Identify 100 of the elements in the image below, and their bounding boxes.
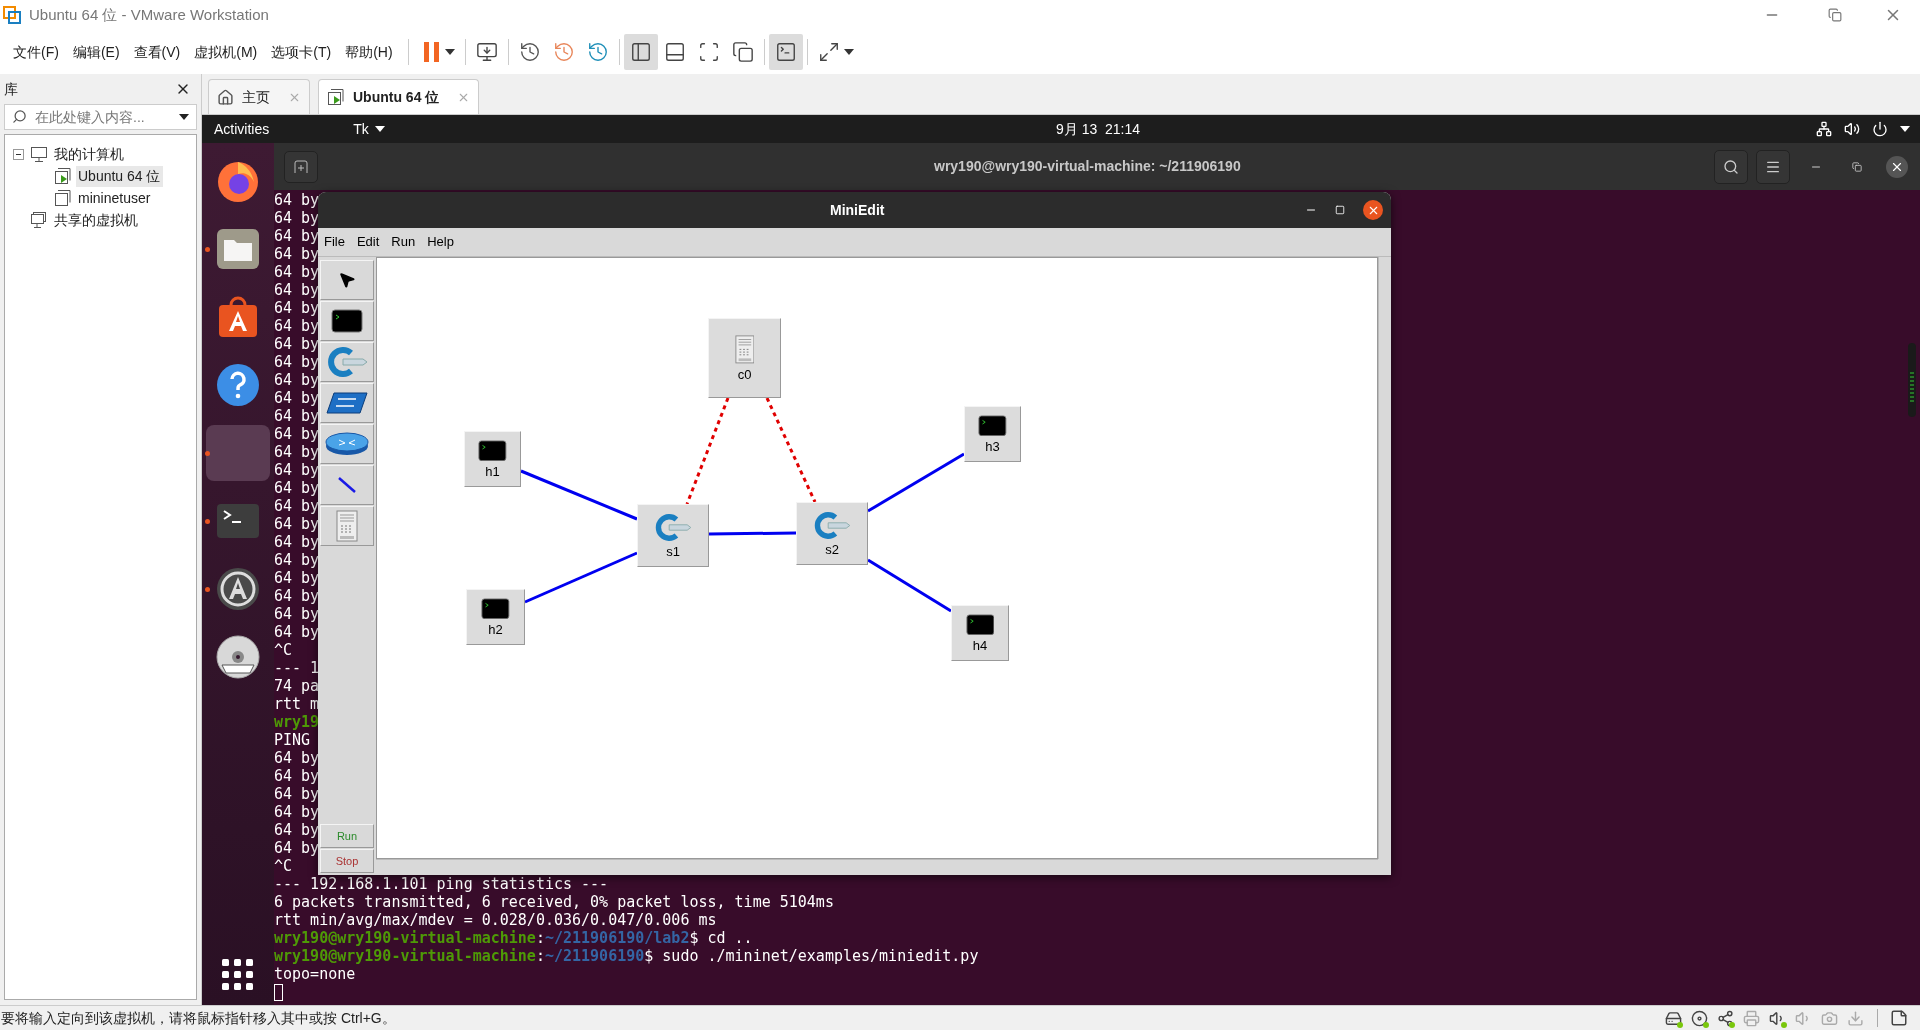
close-button[interactable]: [1363, 200, 1383, 220]
new-tab-icon: [294, 159, 308, 174]
terminal-output: 64 by: [274, 281, 320, 299]
menu-item[interactable]: 文件(F): [6, 41, 66, 63]
scan-icon[interactable]: [697, 41, 720, 63]
menu-item[interactable]: Edit: [356, 232, 380, 252]
monitor-screen-icon: [965, 613, 995, 636]
terminal-output: 64 by: [274, 767, 320, 785]
status-text: 要将输入定向到该虚拟机，请将鼠标指针移入其中或按 Ctrl+G。: [1, 1008, 396, 1028]
help-icon[interactable]: [214, 361, 262, 409]
expand-icon[interactable]: [817, 41, 840, 63]
terminal-output: 64 by: [274, 407, 320, 425]
terminal-output: rtt min/avg/max/mdev = 0.028/0.036/0.047/0.006 ms: [274, 911, 717, 929]
horizontal-scrollbar[interactable]: [376, 859, 1378, 875]
tool-button[interactable]: [320, 301, 374, 341]
restore-icon[interactable]: [1828, 8, 1842, 22]
activities-button[interactable]: Activities: [214, 118, 270, 140]
power-icon[interactable]: [1872, 121, 1888, 137]
terminal-output: 64 by: [274, 785, 320, 803]
pause-icon[interactable]: [422, 41, 441, 63]
clock[interactable]: 9月 13 21:14: [1056, 118, 1141, 140]
search-icon: [1723, 158, 1739, 175]
tool-button[interactable]: [320, 383, 374, 423]
clock-icon[interactable]: [586, 41, 609, 63]
network-link[interactable]: [867, 452, 965, 513]
overlap-icon[interactable]: [731, 41, 754, 63]
menu-item[interactable]: 帮助(H): [338, 41, 400, 63]
menu-button[interactable]: [1756, 149, 1790, 184]
host-node[interactable]: h4: [951, 605, 1009, 661]
maximize-icon[interactable]: [1335, 205, 1345, 215]
menu-item[interactable]: 查看(V): [126, 41, 188, 63]
terminal-output: 64 by: [274, 587, 320, 605]
tool-button[interactable]: [320, 260, 374, 300]
switch-node[interactable]: s1: [637, 504, 709, 567]
menu-item[interactable]: 选项卡(T): [264, 41, 339, 63]
controller-node[interactable]: c0: [708, 318, 781, 398]
menu-item[interactable]: 虚拟机(M): [187, 41, 265, 63]
terminal-output: ^C: [274, 641, 293, 659]
node-label: h3: [985, 440, 1000, 454]
tool-button[interactable]: [320, 424, 374, 464]
menu-item[interactable]: Run: [391, 232, 416, 252]
menu-item[interactable]: 编辑(E): [65, 41, 127, 63]
pointer-icon: [338, 271, 356, 289]
node-label: h2: [488, 623, 503, 637]
volume-icon[interactable]: [1844, 121, 1860, 137]
terminal-output: PING: [274, 731, 311, 749]
terminal-output: 64 by: [274, 623, 320, 641]
terminal-output: 64 by: [274, 209, 320, 227]
tree-item[interactable]: Ubuntu 64 位: [76, 165, 163, 187]
app-grid-icon[interactable]: [222, 959, 254, 991]
terminal-output: ^C: [274, 857, 293, 875]
house-icon: [217, 88, 234, 106]
collapse-icon[interactable]: [13, 148, 24, 160]
terminal-output: 64 by: [274, 821, 320, 839]
menu-item[interactable]: File: [324, 232, 345, 252]
host-node[interactable]: h2: [466, 589, 525, 645]
vertical-scrollbar[interactable]: [1378, 257, 1391, 859]
search-field[interactable]: 在此处键入内容...: [4, 104, 197, 130]
control-link[interactable]: [765, 397, 817, 503]
control-link[interactable]: [685, 397, 730, 505]
clock-icon[interactable]: [518, 41, 541, 63]
new-tab-button[interactable]: [284, 150, 318, 183]
terminal-output: 64 by: [274, 389, 320, 407]
terminal-icon[interactable]: [774, 41, 797, 63]
switch-node[interactable]: s2: [796, 502, 868, 565]
panel-icon[interactable]: [629, 41, 652, 63]
panel-icon[interactable]: [663, 41, 686, 63]
panel-title: 库: [4, 79, 18, 99]
terminal-output: 64 by: [274, 479, 320, 497]
monitor-icon[interactable]: [475, 41, 498, 63]
app-menu[interactable]: Tk: [353, 118, 385, 140]
terminal-output: topo=none: [274, 965, 356, 983]
disc-icon[interactable]: [214, 633, 262, 681]
tree-item[interactable]: 共享的虚拟机: [52, 209, 140, 231]
tab[interactable]: 主页: [208, 79, 310, 114]
toolbar-button[interactable]: [768, 34, 803, 70]
host-node[interactable]: h3: [964, 406, 1021, 462]
note-icon[interactable]: [1890, 1009, 1908, 1027]
stop-button[interactable]: Stop: [320, 849, 374, 873]
toolbar-button[interactable]: [623, 34, 658, 70]
scrollbar-thumb[interactable]: [1907, 343, 1917, 417]
update-icon[interactable]: [214, 565, 262, 613]
tree-item[interactable]: 我的计算机: [52, 143, 126, 165]
tree-item[interactable]: mininetuser: [76, 187, 153, 209]
close-button[interactable]: [1886, 155, 1908, 178]
text-cursor: [274, 983, 283, 1001]
network-link[interactable]: [709, 531, 796, 536]
network-link[interactable]: [520, 469, 638, 521]
restore-icon[interactable]: [1852, 161, 1862, 172]
menu-item[interactable]: Help: [427, 232, 454, 252]
host-node[interactable]: h1: [464, 431, 521, 487]
share-icon[interactable]: [1716, 1009, 1734, 1027]
server-icon: [734, 335, 755, 364]
terminal-output: 64 by: [274, 551, 320, 569]
network-link[interactable]: [524, 551, 638, 604]
cd-icon[interactable]: [1690, 1009, 1708, 1027]
network-link[interactable]: [867, 558, 952, 613]
tab[interactable]: Ubuntu 64 位: [318, 79, 480, 114]
search-button[interactable]: [1714, 149, 1748, 184]
network-icon[interactable]: [1816, 121, 1832, 137]
